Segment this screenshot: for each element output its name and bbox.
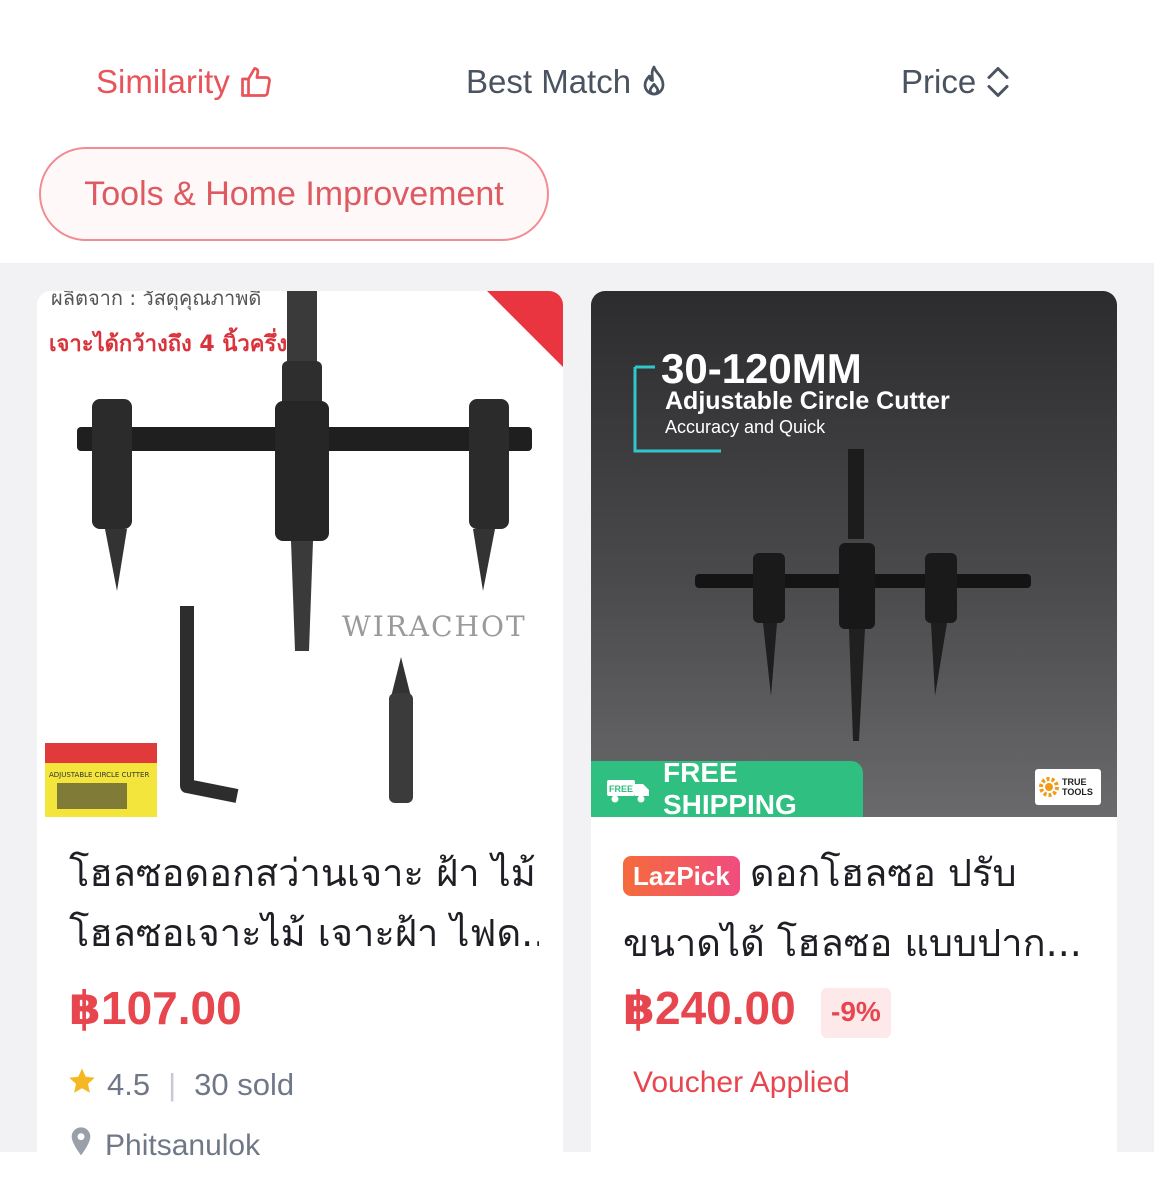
thumbs-up-icon: [238, 64, 274, 100]
sold-count: 30 sold: [194, 1067, 295, 1102]
product-card[interactable]: 30-120MM Adjustable Circle Cutter Accura…: [591, 291, 1117, 1191]
rating-value: 4.5: [107, 1067, 151, 1102]
location-row: Phitsanulok: [67, 1126, 260, 1166]
product-image[interactable]: 30-120MM Adjustable Circle Cutter Accura…: [591, 291, 1117, 817]
truck-icon: FREE: [605, 774, 653, 804]
free-shipping-badge: FREE FREE SHIPPING: [591, 757, 863, 817]
product-title-line-1: ดอกโฮลซอ ปรับ: [749, 851, 1017, 895]
location-pin-icon: [67, 1126, 95, 1166]
product-price: ฿107.00: [69, 982, 242, 1034]
image-watermark: WIRACHOT: [342, 610, 527, 643]
free-shipping-label: FREE SHIPPING: [663, 757, 797, 817]
tab-best-match-label: Best Match: [466, 63, 632, 100]
image-top-text: ผลิตจาก : วัสดุคุณภาพดี: [51, 291, 261, 311]
category-chip-label: Tools & Home Improvement: [84, 174, 504, 213]
sort-bar: Similarity Best Match Price: [0, 0, 1154, 165]
tab-price[interactable]: Price: [901, 58, 1012, 106]
tab-best-match[interactable]: Best Match: [466, 58, 669, 106]
true-tools-logo: TRUE TOOLS: [1035, 769, 1101, 805]
product-title-line-1: โฮลซอดอกสว่านเจาะ ฝ้า ไม้: [69, 851, 536, 895]
divider: |: [168, 1067, 177, 1102]
gear-icon: [1039, 777, 1059, 797]
image-product-text: Adjustable Circle Cutter: [665, 387, 950, 415]
product-title-line-2: โฮลซอเจาะไม้ เจาะฝ้า ไฟด...: [69, 911, 539, 955]
product-image[interactable]: ผลิตจาก : วัสดุคุณภาพดี เจาะได้กว้างถึง …: [37, 291, 563, 817]
image-size-text: 30-120MM: [661, 345, 862, 392]
sort-arrows-icon: [984, 64, 1012, 100]
package-label: ADJUSTABLE CIRCLE CUTTER: [49, 771, 149, 779]
brand-line-1: TRUE: [1062, 777, 1087, 787]
location-text: Phitsanulok: [105, 1129, 261, 1162]
star-icon: [67, 1066, 97, 1104]
flame-icon: [639, 64, 669, 100]
truck-label: FREE: [609, 784, 633, 794]
tab-similarity[interactable]: Similarity: [96, 58, 274, 106]
tab-price-label: Price: [901, 63, 977, 100]
category-chip[interactable]: Tools & Home Improvement: [39, 147, 549, 241]
discount-badge: -9%: [821, 988, 891, 1038]
product-card[interactable]: ผลิตจาก : วัสดุคุณภาพดี เจาะได้กว้างถึง …: [37, 291, 563, 1191]
product-title[interactable]: LazPick ดอกโฮลซอ ปรับ ขนาดได้ โฮลซอ แบบปา…: [623, 843, 1093, 973]
image-headline: เจาะได้กว้างถึง 4 นิ้วครึ่ง: [49, 327, 287, 357]
product-title[interactable]: โฮลซอดอกสว่านเจาะ ฝ้า ไม้ โฮลซอเจาะไม้ เ…: [69, 843, 539, 963]
product-title-line-2: ขนาดได้ โฮลซอ แบบปาก...: [623, 921, 1082, 965]
voucher-label: Voucher Applied: [633, 1066, 850, 1099]
rating-row: 4.5 | 30 sold: [67, 1066, 294, 1104]
product-price: ฿240.00: [623, 982, 796, 1034]
tab-similarity-label: Similarity: [96, 63, 230, 100]
brand-line-2: TOOLS: [1062, 787, 1093, 797]
lazpick-tag: LazPick: [623, 855, 740, 896]
image-tagline: Accuracy and Quick: [665, 417, 826, 437]
